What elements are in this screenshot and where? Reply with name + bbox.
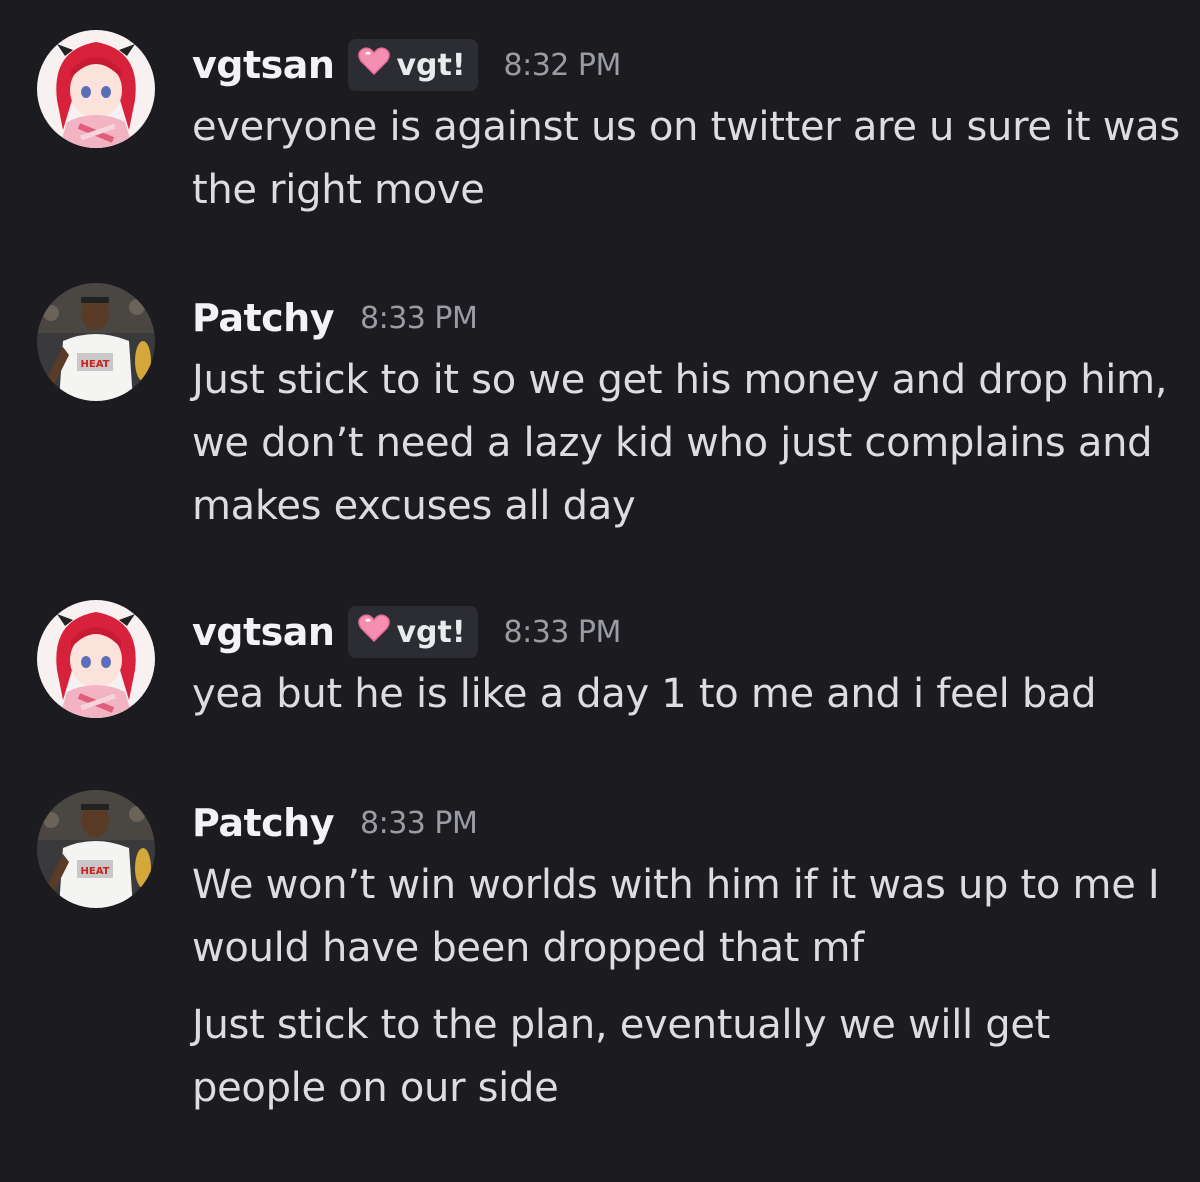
username[interactable]: Patchy <box>192 296 335 340</box>
pink-heart-icon <box>358 47 391 83</box>
message-header: Patchy 8:33 PM <box>192 288 478 348</box>
message-text: everyone is against us on twitter are u … <box>192 104 1180 213</box>
avatar[interactable] <box>37 30 155 148</box>
timestamp: 8:33 PM <box>360 805 478 841</box>
svg-text:HEAT: HEAT <box>81 359 110 370</box>
avatar[interactable]: HEAT <box>37 283 155 401</box>
avatar[interactable] <box>37 600 155 718</box>
message-header: vgtsan vgt! 8:32 PM <box>192 35 621 95</box>
message-text: Just stick to the plan, eventually we wi… <box>192 1002 1051 1111</box>
avatar[interactable]: HEAT <box>37 790 155 908</box>
message-text: We won’t win worlds with him if it was u… <box>192 862 1160 971</box>
server-tag-label: vgt! <box>396 614 466 650</box>
message-header: Patchy 8:33 PM <box>192 793 478 853</box>
message-text: yea but he is like a day 1 to me and i f… <box>192 671 1097 717</box>
timestamp: 8:33 PM <box>360 300 478 336</box>
timestamp: 8:32 PM <box>503 47 622 83</box>
pink-heart-icon <box>358 614 391 650</box>
svg-text:HEAT: HEAT <box>81 866 110 877</box>
anime-girl-avatar-icon <box>37 600 155 718</box>
message-text: Just stick to it so we get his money and… <box>192 357 1168 529</box>
timestamp: 8:33 PM <box>503 614 622 650</box>
server-tag[interactable]: vgt! <box>348 39 478 91</box>
server-tag-label: vgt! <box>396 47 466 83</box>
server-tag[interactable]: vgt! <box>348 606 478 658</box>
anime-girl-avatar-icon <box>37 30 155 148</box>
username[interactable]: vgtsan <box>192 43 335 87</box>
basketball-player-avatar-icon: HEAT <box>37 790 155 908</box>
basketball-player-avatar-icon: HEAT <box>37 283 155 401</box>
username[interactable]: vgtsan <box>192 610 335 654</box>
username[interactable]: Patchy <box>192 801 335 845</box>
message-header: vgtsan vgt! 8:33 PM <box>192 602 621 662</box>
